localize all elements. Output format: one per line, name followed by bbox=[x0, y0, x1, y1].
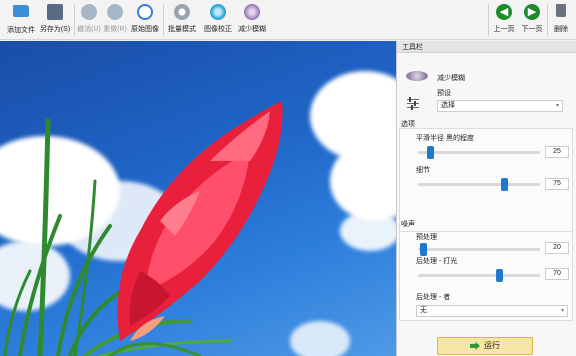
reduce-blur-button[interactable]: 减少模糊 bbox=[234, 2, 270, 38]
postprocess-label: 后处理 - 打光 bbox=[416, 258, 458, 265]
undo-icon bbox=[81, 4, 97, 20]
detail-value[interactable]: 75 bbox=[545, 178, 569, 190]
chevron-down-icon: ▾ bbox=[560, 308, 564, 314]
radius-value[interactable]: 25 bbox=[545, 146, 569, 158]
arrow-left-icon: ◀ bbox=[496, 4, 512, 20]
save-as-button[interactable]: 另存为(S) bbox=[38, 2, 72, 38]
undo-button[interactable]: 撤消(U) bbox=[76, 2, 102, 38]
detail-label: 细节 bbox=[416, 167, 430, 174]
preprocess-slider-thumb[interactable] bbox=[420, 243, 427, 256]
arrow-right-icon bbox=[470, 341, 480, 350]
postprocess2-value: 无 bbox=[420, 307, 427, 314]
postprocess-slider-thumb[interactable] bbox=[496, 269, 503, 282]
batch-mode-button[interactable]: 批量模式 bbox=[164, 2, 200, 38]
radius-slider-thumb[interactable] bbox=[427, 146, 434, 159]
undo-label: 撤消(U) bbox=[77, 26, 101, 33]
gear-icon bbox=[174, 4, 190, 20]
preset-sliders-icon bbox=[407, 97, 419, 110]
tool-panel: 工具栏 减少模糊 预设 选择 ▾ 选项 平滑半径 黑的程度 25 细节 75 噪… bbox=[396, 41, 576, 356]
preprocess-value[interactable]: 20 bbox=[545, 242, 569, 254]
effect-name: 减少模糊 bbox=[437, 75, 465, 82]
arrow-right-icon: ▶ bbox=[524, 4, 540, 20]
trash-icon bbox=[553, 4, 569, 20]
options-section: 平滑半径 黑的程度 25 细节 75 bbox=[399, 128, 573, 237]
flower-photo bbox=[3, 101, 283, 356]
folder-icon bbox=[13, 5, 29, 21]
reduce-label: 减少模糊 bbox=[238, 26, 266, 33]
blur-icon bbox=[244, 4, 260, 20]
noise-title: 噪声 bbox=[401, 221, 415, 228]
redo-label: 重做(R) bbox=[103, 26, 127, 33]
panel-header: 工具栏 bbox=[397, 41, 576, 53]
add-file-label: 添加文件 bbox=[7, 27, 35, 34]
toolbar-separator bbox=[74, 4, 75, 36]
restore-label: 原始图像 bbox=[131, 26, 159, 33]
prev-label: 上一页 bbox=[493, 26, 515, 33]
preset-value: 选择 bbox=[441, 102, 455, 109]
noise-section: 预处理 20 后处理 - 打光 70 后处理 - 者 无 ▾ bbox=[399, 231, 573, 321]
toolbar: 添加文件 另存为(S) 撤消(U) 重做(R) 原始图像 批量模式 图像校正 减… bbox=[0, 0, 576, 40]
add-file-button[interactable]: 添加文件 bbox=[4, 2, 38, 38]
save-as-label: 另存为(S) bbox=[39, 26, 71, 33]
redo-button[interactable]: 重做(R) bbox=[102, 2, 128, 38]
detail-slider-thumb[interactable] bbox=[501, 178, 508, 191]
image-canvas[interactable] bbox=[0, 41, 396, 356]
postprocess2-select[interactable]: 无 ▾ bbox=[416, 305, 568, 317]
correct-label: 图像校正 bbox=[204, 26, 232, 33]
flower-bloom bbox=[117, 101, 283, 341]
correction-icon bbox=[210, 4, 226, 20]
postprocess-value[interactable]: 70 bbox=[545, 268, 569, 280]
preset-label: 预设 bbox=[437, 90, 451, 97]
preprocess-slider[interactable] bbox=[418, 248, 540, 251]
toolbar-separator bbox=[488, 4, 489, 36]
prev-page-button[interactable]: ◀ 上一页 bbox=[490, 2, 518, 38]
postprocess-slider[interactable] bbox=[418, 274, 540, 277]
preprocess-label: 预处理 bbox=[416, 234, 437, 241]
next-label: 下一页 bbox=[521, 26, 543, 33]
run-label: 运行 bbox=[484, 341, 500, 350]
restore-icon bbox=[137, 4, 153, 20]
toolbar-separator bbox=[547, 4, 548, 36]
preset-select[interactable]: 选择 ▾ bbox=[437, 100, 563, 112]
restore-original-button[interactable]: 原始图像 bbox=[128, 2, 162, 38]
radius-label: 平滑半径 黑的程度 bbox=[416, 135, 474, 142]
image-correction-button[interactable]: 图像校正 bbox=[200, 2, 236, 38]
batch-label: 批量模式 bbox=[168, 26, 196, 33]
next-page-button[interactable]: ▶ 下一页 bbox=[518, 2, 546, 38]
blur-effect-icon bbox=[406, 71, 428, 81]
chevron-down-icon: ▾ bbox=[555, 103, 559, 109]
delete-label: 删除 bbox=[554, 26, 568, 33]
redo-icon bbox=[107, 4, 123, 20]
run-button[interactable]: 运行 bbox=[437, 337, 533, 355]
save-icon bbox=[47, 4, 63, 20]
detail-slider[interactable] bbox=[418, 183, 540, 186]
panel-title: 工具栏 bbox=[402, 44, 423, 51]
delete-button[interactable]: 删除 bbox=[549, 2, 573, 38]
radius-slider[interactable] bbox=[418, 151, 540, 154]
postprocess2-label: 后处理 - 者 bbox=[416, 294, 451, 301]
